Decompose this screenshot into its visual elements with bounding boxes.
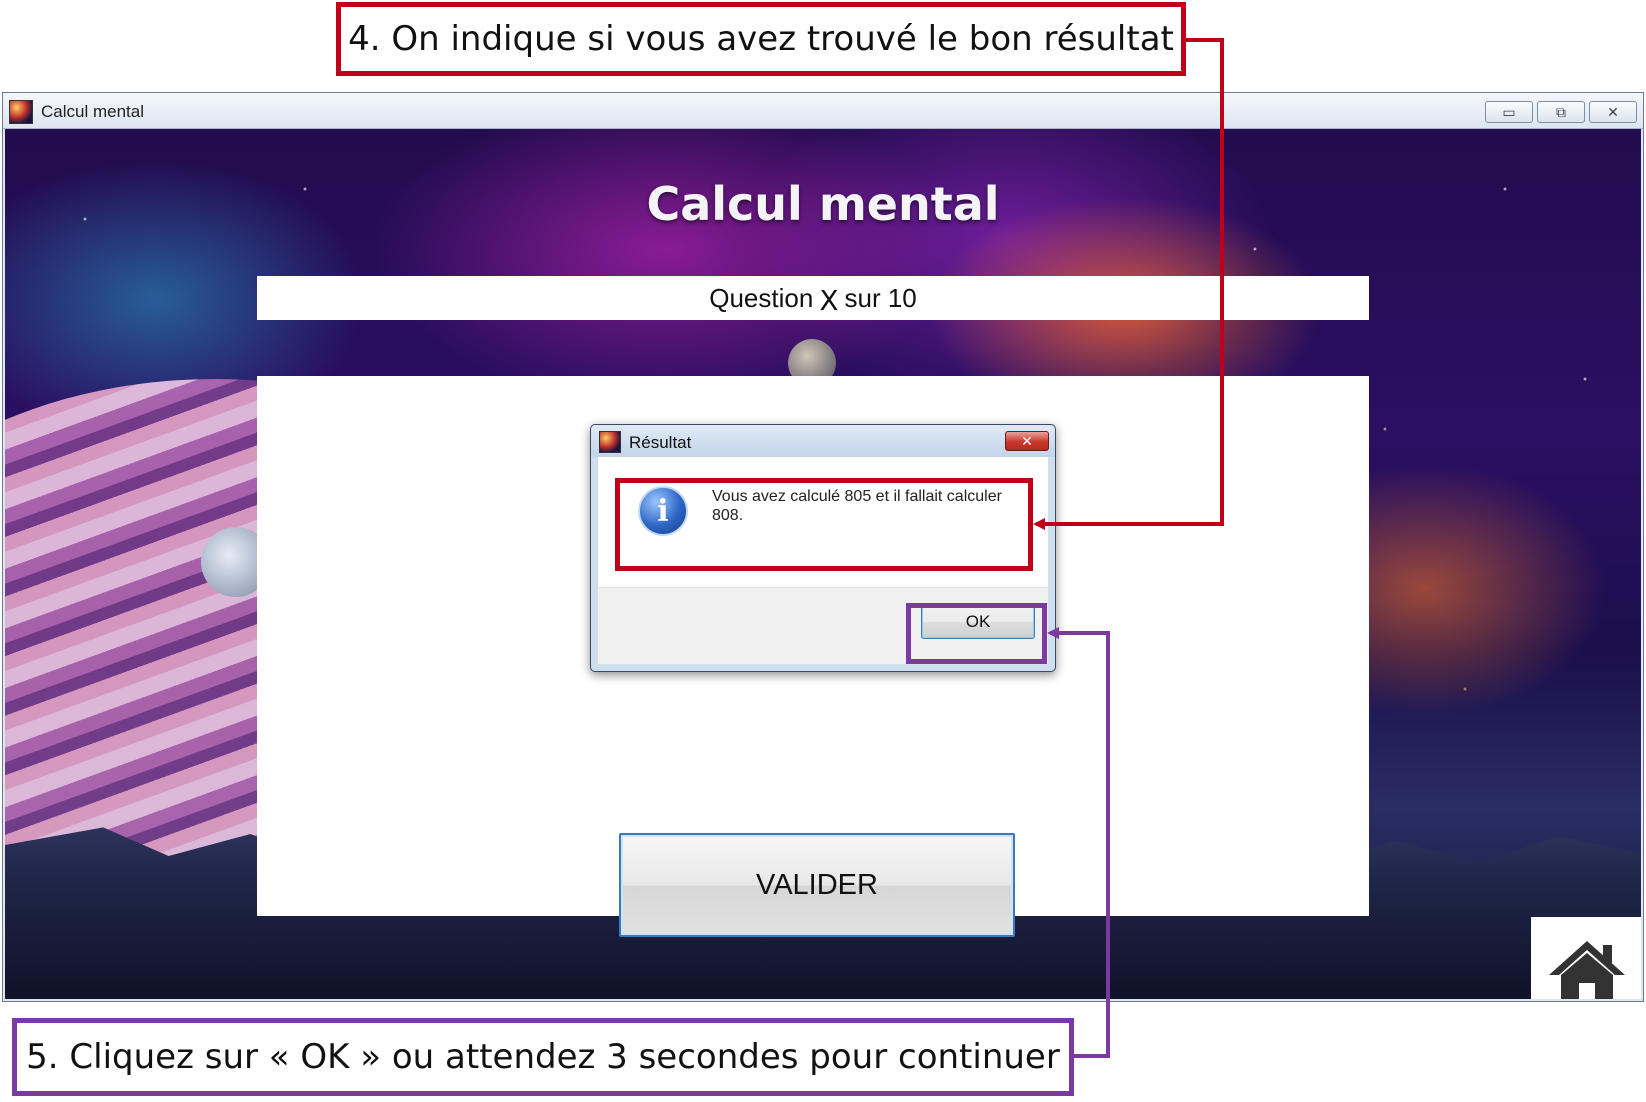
restore-icon: ⧉: [1556, 104, 1566, 120]
ok-highlight-frame: [906, 603, 1047, 664]
question-prefix: Question: [709, 282, 814, 313]
window-titlebar[interactable]: Calcul mental ▭ ⧉ ✕: [3, 93, 1643, 129]
app-heading: Calcul mental: [646, 177, 1000, 231]
message-highlight-frame: [615, 478, 1033, 571]
annotation-step-4: 4. On indique si vous avez trouvé le bon…: [336, 2, 1186, 76]
restore-button[interactable]: ⧉: [1537, 101, 1585, 123]
dialog-app-icon: [599, 431, 621, 453]
window-controls: ▭ ⧉ ✕: [1485, 101, 1637, 123]
app-icon: [9, 100, 33, 124]
annotation-step-4-text: 4. On indique si vous avez trouvé le bon…: [348, 19, 1174, 59]
dialog-title: Résultat: [629, 433, 692, 452]
close-icon: ✕: [1021, 432, 1033, 449]
minimize-icon: ▭: [1502, 104, 1516, 120]
minimize-button[interactable]: ▭: [1485, 101, 1533, 123]
close-button[interactable]: ✕: [1589, 101, 1637, 123]
validate-button[interactable]: VALIDER: [619, 833, 1015, 937]
dialog-titlebar[interactable]: Résultat ✕: [591, 425, 1055, 457]
dialog-close-button[interactable]: ✕: [1005, 431, 1049, 451]
window-title: Calcul mental: [41, 102, 144, 121]
question-total: sur 10: [844, 282, 917, 313]
validate-button-label: VALIDER: [756, 868, 878, 901]
annotation-step-5-text: 5. Cliquez sur « OK » ou attendez 3 seco…: [26, 1037, 1060, 1077]
question-number: X: [819, 283, 839, 317]
close-icon: ✕: [1607, 104, 1619, 120]
annotation-step-5: 5. Cliquez sur « OK » ou attendez 3 seco…: [12, 1018, 1074, 1096]
home-button[interactable]: [1531, 917, 1641, 999]
question-counter: Question X sur 10: [257, 276, 1369, 320]
home-icon: [1549, 941, 1625, 999]
